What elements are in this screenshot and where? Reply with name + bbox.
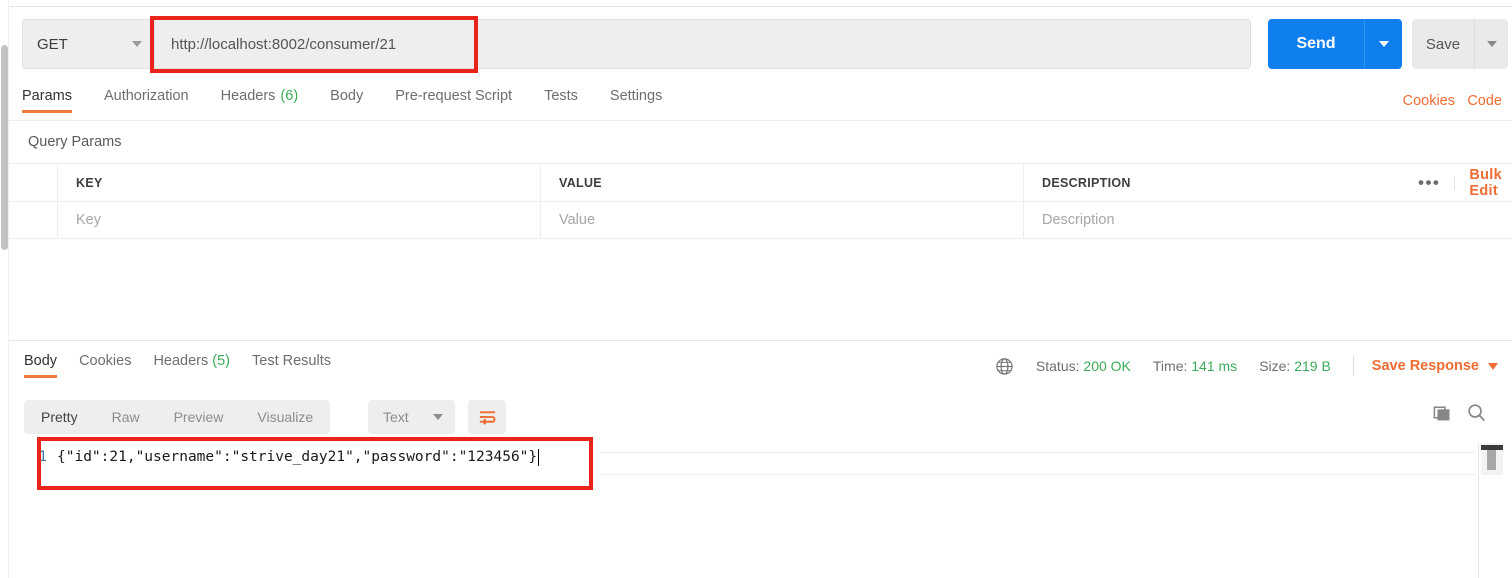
header-actions: ••• Bulk Edit [1404,164,1512,202]
tab-tests[interactable]: Tests [544,88,578,113]
value-input[interactable]: Value [541,201,1024,239]
tab-label: Pre-request Script [395,88,513,104]
status-value: 200 OK [1083,358,1131,374]
chevron-down-icon [433,414,443,420]
response-tab-cookies[interactable]: Cookies [79,353,131,378]
format-tab-pretty[interactable]: Pretty [24,400,95,434]
chevron-down-icon [132,41,142,47]
cookies-link[interactable]: Cookies [1403,93,1455,109]
http-method-label: GET [37,35,68,53]
time-badge: Time: 141 ms [1153,358,1237,374]
response-tabs: Body Cookies Headers (5) Test Results [13,353,342,387]
meta-separator [1352,356,1354,376]
save-button[interactable]: Save [1412,19,1474,69]
format-tab-visualize[interactable]: Visualize [240,400,330,434]
tab-count: (6) [280,88,299,104]
tab-label: Body [330,88,364,104]
editor-vertical-scrollbar-thumb[interactable] [1487,450,1496,470]
search-button[interactable] [1466,402,1487,428]
status-label: Status: [1035,358,1080,374]
time-value: 141 ms [1191,358,1238,374]
search-icon [1468,404,1485,422]
tab-pre-request-script[interactable]: Pre-request Script [395,88,512,113]
format-tab-raw[interactable]: Raw [95,400,157,434]
left-scrollbar-thumb[interactable] [1,45,8,250]
body-format-tabs: Pretty Raw Preview Visualize [24,400,331,434]
postman-request-window: GET http://localhost:8002/consumer/21 Se… [0,0,1512,578]
request-tabs: Params Authorization Headers (6) Body Pre… [22,88,694,122]
left-vertical-scrollbar[interactable] [0,0,9,578]
header-description: DESCRIPTION [1042,175,1131,190]
tabs-divider [9,120,1512,121]
code-line: 1 {"id":21,"username":"strive_day21","pa… [9,443,1512,471]
tab-headers[interactable]: Headers (6) [221,88,299,113]
row-actions [1404,201,1512,239]
response-body-text: {"id":21,"username":"strive_day21","pass… [57,449,538,465]
tab-label: Headers [220,88,276,104]
top-divider [9,6,1512,7]
text-cursor [538,448,540,466]
editor-right-edge [1478,443,1479,578]
chevron-down-icon [1486,41,1497,47]
size-label: Size: [1259,358,1291,374]
save-options-button[interactable] [1474,19,1508,69]
tab-label: Authorization [103,88,189,104]
wrap-lines-button[interactable] [468,400,506,434]
size-value: 219 B [1294,358,1331,374]
send-button-label: Send [1296,35,1336,52]
table-header-row: KEY VALUE DESCRIPTION ••• Bulk Edit [9,163,1512,202]
tab-label: Cookies [79,353,132,369]
status-badge: Status: 200 OK [1036,358,1131,374]
http-method-dropdown[interactable]: GET [22,19,154,69]
tab-params[interactable]: Params [22,88,72,113]
save-button-label: Save [1425,35,1461,53]
url-value: http://localhost:8002/consumer/21 [171,35,397,53]
tab-settings[interactable]: Settings [610,88,662,113]
header-value: VALUE [541,163,1024,202]
key-input[interactable]: Key [58,201,541,239]
tab-label: Settings [609,88,663,104]
tab-count: (5) [212,353,230,369]
tab-label: Body [24,353,58,369]
save-response-label: Save Response [1371,358,1479,374]
send-options-button[interactable] [1364,19,1402,69]
table-row: Key Value Description [9,201,1512,239]
tab-body[interactable]: Body [330,88,363,113]
pane-divider[interactable] [9,340,1512,341]
tab-authorization[interactable]: Authorization [104,88,189,113]
line-number: 1 [38,449,47,465]
bulk-edit-link[interactable]: Bulk Edit [1455,167,1502,199]
copy-button[interactable] [1432,402,1453,428]
response-tab-test-results[interactable]: Test Results [252,353,331,378]
tab-label: Test Results [252,353,331,369]
response-tab-body[interactable]: Body [24,353,58,378]
chevron-down-icon [1378,41,1389,47]
tab-label: Params [22,88,72,104]
format-tab-preview[interactable]: Preview [157,400,241,434]
header-key: KEY [58,163,541,202]
save-response-button[interactable]: Save Response [1372,358,1498,374]
response-meta: Status: 200 OK Time: 141 ms Size: 219 B … [995,356,1498,376]
more-actions-icon[interactable]: ••• [1418,174,1456,191]
wrap-lines-icon [479,411,495,425]
response-tab-headers[interactable]: Headers (5) [153,353,230,378]
code-link[interactable]: Code [1467,93,1502,109]
url-input[interactable]: http://localhost:8002/consumer/21 [154,19,1251,69]
language-label: Text [383,409,409,425]
header-checkbox-cell [9,163,58,202]
copy-icon [1433,406,1450,421]
query-params-title: Query Params [28,134,122,150]
response-body-editor[interactable]: 1 {"id":21,"username":"strive_day21","pa… [9,443,1512,483]
chevron-down-icon [1488,362,1498,370]
row-checkbox-cell[interactable] [9,201,58,239]
tab-label: Headers [153,353,209,369]
query-params-table: KEY VALUE DESCRIPTION ••• Bulk Edit Key … [9,163,1512,239]
description-input[interactable]: Description [1024,201,1404,239]
language-dropdown[interactable]: Text [368,400,455,434]
tab-label: Tests [544,88,578,104]
size-badge: Size: 219 B [1259,358,1331,374]
globe-icon[interactable] [995,357,1014,376]
time-label: Time: [1152,358,1188,374]
send-button[interactable]: Send [1268,19,1364,69]
